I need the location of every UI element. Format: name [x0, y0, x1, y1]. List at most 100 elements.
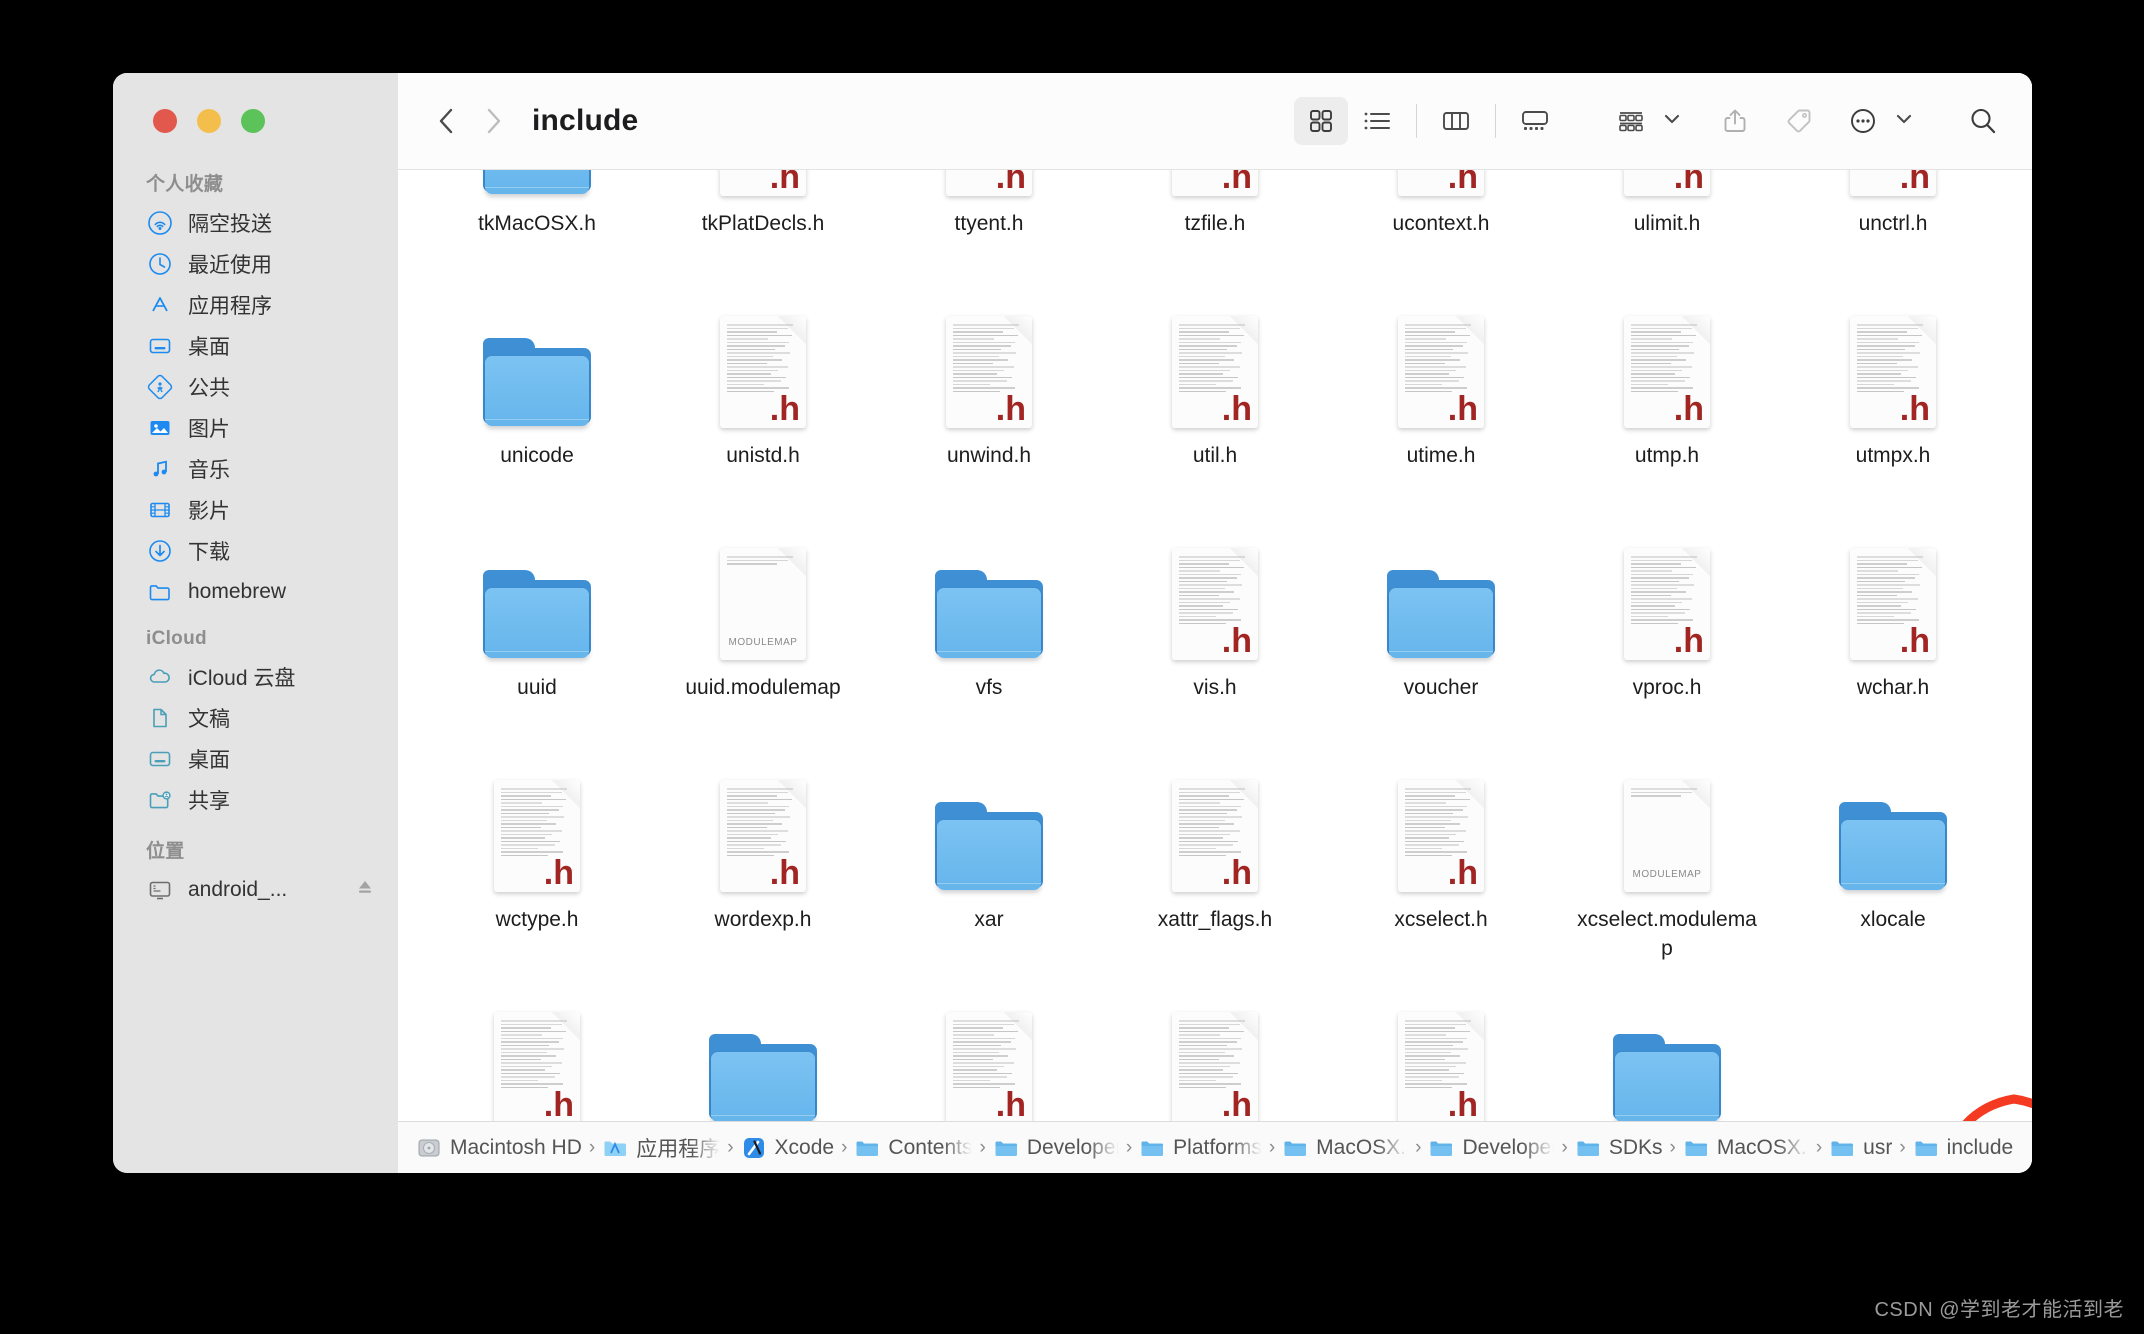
breadcrumb-item[interactable]: MacOSX.sdk — [1683, 1135, 1809, 1161]
document-icon — [146, 704, 174, 732]
file-item[interactable]: .h tzfile.h — [1102, 169, 1328, 288]
breadcrumb-item[interactable]: Developer — [993, 1135, 1119, 1161]
breadcrumb-item[interactable]: include — [1913, 1135, 2013, 1161]
eject-icon[interactable] — [354, 876, 376, 903]
file-item[interactable]: .h ucontext.h — [1328, 169, 1554, 288]
file-item[interactable]: .hxlocale.h — [424, 984, 650, 1121]
file-item[interactable]: .h wchar.h — [1780, 520, 2006, 752]
file-item[interactable]: .h vis.h — [1102, 520, 1328, 752]
sidebar-item-icloud-desktop[interactable]: 桌面 — [113, 738, 398, 779]
column-view-button[interactable] — [1429, 97, 1483, 145]
header-file-icon: .h — [1398, 780, 1484, 892]
file-item[interactable]: .h ulimit.h — [1554, 169, 1780, 288]
breadcrumb-item[interactable]: Macintosh HD — [416, 1135, 582, 1161]
sidebar-item-pictures[interactable]: 图片 — [113, 407, 398, 448]
file-extension-badge: .h — [1447, 169, 1478, 196]
file-extension-badge: .h — [1221, 169, 1252, 196]
file-extension-badge: .h — [1673, 622, 1704, 660]
breadcrumb-item[interactable]: Developer — [1428, 1135, 1554, 1161]
breadcrumb-item[interactable]: Platforms — [1139, 1135, 1262, 1161]
file-item[interactable]: vfs — [876, 520, 1102, 752]
group-by-button[interactable] — [1604, 97, 1658, 145]
chevron-down-icon[interactable] — [1662, 109, 1682, 134]
sidebar-item-public[interactable]: 公共 — [113, 366, 398, 407]
sidebar-item-shared[interactable]: 共享 — [113, 779, 398, 820]
sidebar-item-label: 影片 — [188, 499, 230, 523]
file-item[interactable]: .h wctype.h — [424, 752, 650, 984]
breadcrumb-item[interactable]: Contents — [854, 1135, 972, 1161]
search-button[interactable] — [1956, 97, 2010, 145]
icon-view-button[interactable] — [1294, 97, 1348, 145]
sidebar-item-airdrop[interactable]: 隔空投送 — [113, 202, 398, 243]
minimize-button[interactable] — [197, 109, 221, 133]
breadcrumb-item[interactable]: 应用程序 — [602, 1133, 720, 1163]
sidebar-item-label: homebrew — [188, 579, 287, 603]
forward-button[interactable] — [470, 98, 516, 144]
header-file-icon: .h — [1398, 1012, 1484, 1121]
file-item[interactable]: .h wordexp.h — [650, 752, 876, 984]
header-file-icon: .h — [1172, 316, 1258, 428]
breadcrumb-item[interactable]: usr — [1829, 1135, 1892, 1161]
file-label: vis.h — [1193, 676, 1237, 699]
file-item[interactable]: unicode — [424, 288, 650, 520]
file-item[interactable]: tkMacOSX.h — [424, 169, 650, 288]
sidebar-item-recents[interactable]: 最近使用 — [113, 243, 398, 284]
sidebar-item-icloud-drive[interactable]: iCloud 云盘 — [113, 656, 398, 697]
file-item[interactable]: voucher — [1328, 520, 1554, 752]
file-item[interactable]: .h util.h — [1102, 288, 1328, 520]
sidebar-item-android-device[interactable]: android_... — [113, 869, 398, 910]
zoom-button[interactable] — [241, 109, 265, 133]
tag-button[interactable] — [1772, 97, 1826, 145]
file-item[interactable]: .hXplugin.h — [876, 984, 1102, 1121]
file-item[interactable]: .h unctrl.h — [1780, 169, 2006, 288]
folder-icon — [1575, 1135, 1601, 1161]
breadcrumb-item[interactable]: SDKs — [1575, 1135, 1663, 1161]
breadcrumb-separator: › — [1415, 1136, 1422, 1158]
file-item[interactable]: xpc — [650, 984, 876, 1121]
sidebar-item-applications[interactable]: 应用程序 — [113, 284, 398, 325]
file-item[interactable]: uuid — [424, 520, 650, 752]
file-item[interactable]: MODULEMAP xcselect.modulemap — [1554, 752, 1780, 984]
file-label: uuid.modulemap — [685, 676, 841, 699]
back-button[interactable] — [424, 98, 470, 144]
finder-window: 个人收藏 隔空投送 最近使用 应用程序 桌面 公共 图片 音乐 影片 下载 ho… — [113, 73, 2032, 1173]
close-button[interactable] — [153, 109, 177, 133]
file-item[interactable]: .h utmpx.h — [1780, 288, 2006, 520]
sidebar-item-desktop[interactable]: 桌面 — [113, 325, 398, 366]
file-item[interactable]: .h unistd.h — [650, 288, 876, 520]
breadcrumb-item[interactable]: Xcode — [741, 1135, 834, 1161]
breadcrumb-item[interactable]: MacOSX.platform — [1282, 1135, 1408, 1161]
file-item[interactable]: xlocale — [1780, 752, 2006, 984]
file-extension-badge: .h — [1447, 390, 1478, 428]
header-file-icon: .h — [1624, 548, 1710, 660]
sidebar-item-downloads[interactable]: 下载 — [113, 530, 398, 571]
file-grid-area[interactable]: tkMacOSX.h .h tkPlatDecls.h .h ttyent.h .h tzf… — [398, 169, 2032, 1121]
file-item[interactable]: .h utime.h — [1328, 288, 1554, 520]
file-item[interactable]: .h vproc.h — [1554, 520, 1780, 752]
file-extension-badge: .h — [1899, 169, 1930, 196]
file-item[interactable]: MODULEMAP uuid.modulemap — [650, 520, 876, 752]
list-view-button[interactable] — [1350, 97, 1404, 145]
sidebar-item-music[interactable]: 音乐 — [113, 448, 398, 489]
file-item[interactable]: .h xcselect.h — [1328, 752, 1554, 984]
more-button[interactable] — [1836, 97, 1890, 145]
file-item[interactable]: .h utmp.h — [1554, 288, 1780, 520]
file-extension-badge: .h — [1221, 1086, 1252, 1121]
sidebar-item-documents[interactable]: 文稿 — [113, 697, 398, 738]
gallery-view-button[interactable] — [1508, 97, 1562, 145]
sidebar-item-movies[interactable]: 影片 — [113, 489, 398, 530]
file-item[interactable]: .h ttyent.h — [876, 169, 1102, 288]
file-item[interactable]: .h unwind.h — [876, 288, 1102, 520]
file-item[interactable]: .hzlib.h — [1328, 984, 1554, 1121]
file-item[interactable]: .h tkPlatDecls.h — [650, 169, 876, 288]
file-item[interactable]: openssl — [1554, 984, 1780, 1121]
share-button[interactable] — [1708, 97, 1762, 145]
sidebar-item-homebrew[interactable]: homebrew — [113, 571, 398, 612]
sidebar-item-label: 应用程序 — [188, 294, 272, 318]
chevron-down-icon[interactable] — [1894, 109, 1914, 134]
file-item[interactable]: .h xattr_flags.h — [1102, 752, 1328, 984]
file-item[interactable]: .hzconf.h — [1102, 984, 1328, 1121]
sidebar-group-title-locations: 位置 — [146, 841, 185, 862]
file-item[interactable]: xar — [876, 752, 1102, 984]
file-icon-wrapper: .h — [720, 298, 806, 428]
